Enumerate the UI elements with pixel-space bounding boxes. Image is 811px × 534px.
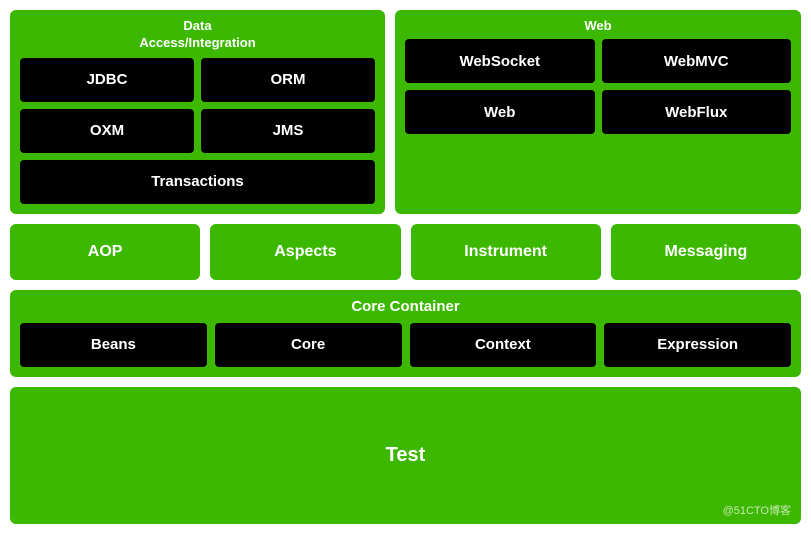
messaging-box: Messaging (611, 224, 801, 280)
web-panel: Web WebSocket WebMVC Web WebFlux (395, 10, 801, 214)
data-panel-title: Data Access/Integration (20, 18, 375, 52)
jms-box: JMS (201, 109, 375, 153)
core-container-title: Core Container (20, 298, 791, 315)
aspects-box: Aspects (210, 224, 400, 280)
data-access-panel: Data Access/Integration JDBC ORM OXM JMS… (10, 10, 385, 214)
web-box: Web (405, 90, 595, 134)
transactions-box: Transactions (20, 160, 375, 204)
test-panel: Test @51CTO博客 (10, 387, 801, 524)
core-container-panel: Core Container Beans Core Context Expres… (10, 290, 801, 377)
row2-middle: AOP Aspects Instrument Messaging (10, 224, 801, 280)
instrument-box: Instrument (411, 224, 601, 280)
row1: Data Access/Integration JDBC ORM OXM JMS… (10, 10, 801, 214)
data-panel-grid: JDBC ORM OXM JMS Transactions (20, 58, 375, 204)
test-label: Test (386, 444, 426, 467)
web-panel-title: Web (405, 18, 791, 33)
webmvc-box: WebMVC (602, 39, 792, 83)
core-box: Core (215, 323, 402, 367)
core-container-grid: Beans Core Context Expression (20, 323, 791, 367)
expression-box: Expression (604, 323, 791, 367)
orm-box: ORM (201, 58, 375, 102)
context-box: Context (410, 323, 597, 367)
watermark-text: @51CTO博客 (723, 502, 791, 518)
aop-box: AOP (10, 224, 200, 280)
webflux-box: WebFlux (602, 90, 792, 134)
beans-box: Beans (20, 323, 207, 367)
oxm-box: OXM (20, 109, 194, 153)
websocket-box: WebSocket (405, 39, 595, 83)
web-panel-grid: WebSocket WebMVC Web WebFlux (405, 39, 791, 134)
jdbc-box: JDBC (20, 58, 194, 102)
